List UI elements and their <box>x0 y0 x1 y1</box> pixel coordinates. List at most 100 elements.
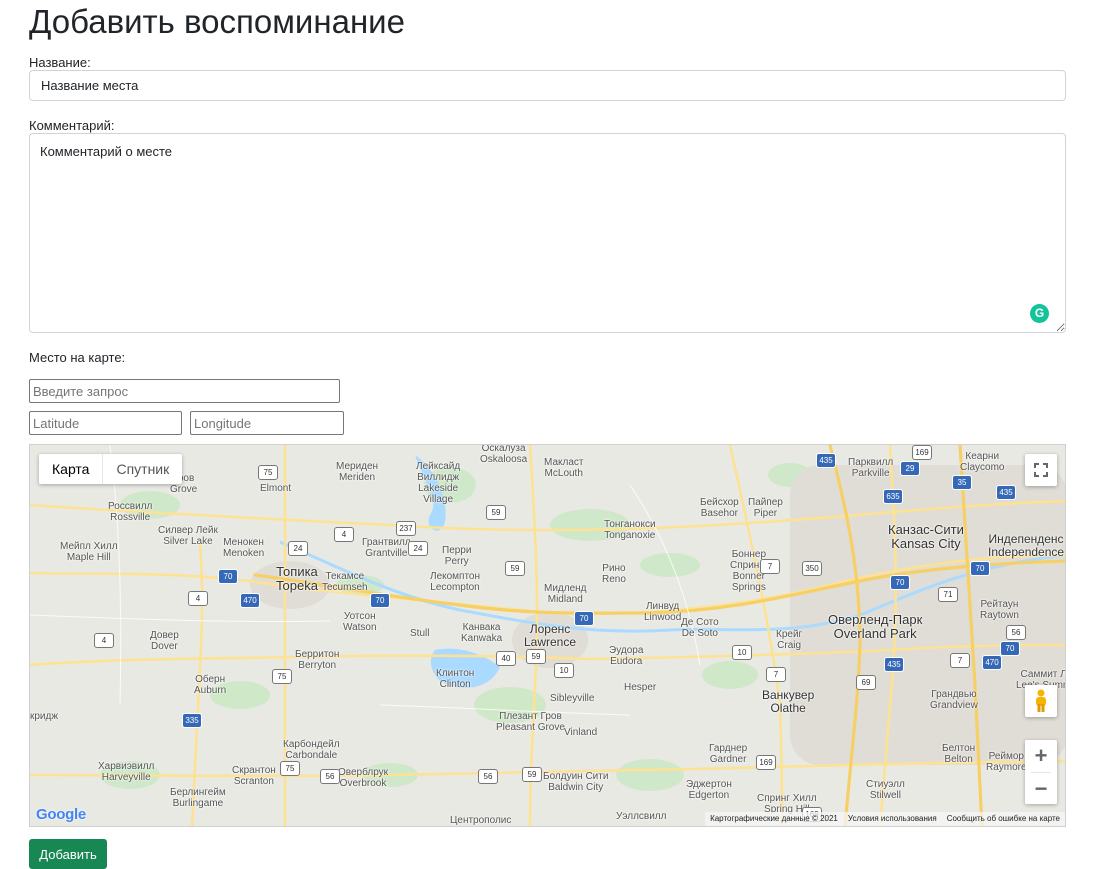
map-place-label: Elmont <box>260 483 292 494</box>
map-place-label: Силвер Лейк Silver Lake <box>158 525 218 547</box>
map-place-label: Канвака Kanwaka <box>461 622 503 644</box>
road-shield: 56 <box>478 769 498 784</box>
road-shield: 40 <box>496 651 516 666</box>
map-place-label: Перри Perry <box>442 545 472 567</box>
map-place-label: Vinland <box>564 727 598 738</box>
road-shield: 4 <box>94 633 114 648</box>
map-place-label: Мериден Meriden <box>336 461 379 483</box>
map-place-label: Топика Topeka <box>276 564 318 593</box>
road-shield: 7 <box>950 653 970 668</box>
road-shield: 59 <box>526 649 546 664</box>
road-shield: 70 <box>370 593 390 608</box>
road-shield: 70 <box>1000 641 1020 656</box>
map-place-label: Мидленд Midland <box>544 583 587 605</box>
road-shield: 4 <box>334 527 354 542</box>
google-logo-text: Google <box>36 806 86 823</box>
road-shield: 350 <box>802 561 822 576</box>
map-place-label: Болдуин Сити Baldwin City <box>543 771 609 793</box>
map-place-label: Грандвью Grandview <box>930 689 978 711</box>
fullscreen-icon <box>1034 463 1048 477</box>
map-place-label: Карбондейл Carbondale <box>283 739 340 761</box>
map-place-label: Ванкувер Olathe <box>762 688 815 715</box>
road-shield: 470 <box>240 593 260 608</box>
road-shield: 435 <box>884 657 904 672</box>
zoom-control: + − <box>1025 740 1057 804</box>
street-view-button[interactable] <box>1025 685 1057 717</box>
map-place-label: Sibleyville <box>550 693 595 704</box>
road-shield: 7 <box>766 667 786 682</box>
map-place-label: Рейтаун Raytown <box>980 599 1019 621</box>
latitude-input[interactable] <box>29 411 182 435</box>
map-place-label: Лейксайд Виллидж Lakeside Village <box>416 461 461 505</box>
road-shield: 169 <box>912 445 932 460</box>
name-input[interactable] <box>29 70 1066 101</box>
grammarly-icon[interactable]: G <box>1030 304 1049 323</box>
map-place-label: Оверленд-Парк Overland Park <box>828 612 923 641</box>
road-shield: 435 <box>816 453 836 468</box>
report-error-link[interactable]: Сообщить об ошибке на карте <box>942 812 1065 826</box>
map-place-label: Крейг Craig <box>776 629 803 651</box>
map-place-label: Эудора Eudora <box>609 645 644 667</box>
road-shield: 169 <box>756 755 776 770</box>
map-place-label: Пайпер Piper <box>748 497 783 519</box>
road-shield: 75 <box>280 761 300 776</box>
map-place-label: Харвиэвилл Harveyville <box>98 761 155 783</box>
road-shield: 59 <box>486 505 506 520</box>
map-place-label: Stull <box>410 628 430 639</box>
terms-link[interactable]: Условия использования <box>843 812 942 826</box>
road-shield: 24 <box>288 541 308 556</box>
road-shield: 10 <box>554 663 574 678</box>
map-place-label: Оверблрук Overbrook <box>338 767 389 789</box>
longitude-input[interactable] <box>190 411 344 435</box>
road-shield: 4 <box>188 591 208 606</box>
google-logo[interactable]: Google <box>36 806 86 823</box>
map-view[interactable]: Топика Topeka Лоренс Lawrence Канзас-Сити Kan… <box>29 444 1066 827</box>
zoom-in-button[interactable]: + <box>1025 740 1057 772</box>
map-place-label: Менокен Menoken <box>223 537 265 559</box>
road-shield: 56 <box>1006 625 1026 640</box>
road-shield: 71 <box>938 587 958 602</box>
road-shield: 24 <box>408 541 428 556</box>
map-place-label: Реймор Raymore <box>986 751 1027 773</box>
map-place-label: Уотсон Watson <box>343 611 377 633</box>
comment-textarea[interactable] <box>29 133 1066 333</box>
road-shield: 470 <box>982 655 1002 670</box>
map-type-map-button[interactable]: Карта <box>39 454 104 484</box>
road-shield: 69 <box>856 675 876 690</box>
road-shield: 70 <box>574 611 594 626</box>
submit-button[interactable]: Добавить <box>29 839 107 869</box>
map-type-satellite-button[interactable]: Спутник <box>103 454 182 484</box>
pegman-icon <box>1036 689 1046 712</box>
map-place-label: Линвуд Linwood <box>644 601 682 623</box>
map-place-label: Рино Reno <box>602 563 626 585</box>
page-title: Добавить воспоминание <box>29 3 405 40</box>
map-place-label: Довер Dover <box>150 630 179 652</box>
map-search-input[interactable] <box>29 379 340 403</box>
comment-label: Комментарий: <box>29 118 115 133</box>
map-type-control: Карта Спутник <box>39 454 183 484</box>
location-label: Место на карте: <box>29 350 126 365</box>
road-shield: 75 <box>258 465 278 480</box>
map-place-label: Оскалуза Oskaloosa <box>480 444 528 465</box>
map-place-label: Текамсе Tecumseh <box>322 571 368 593</box>
road-shield: 70 <box>890 575 910 590</box>
road-shield: 35 <box>952 475 972 490</box>
map-place-label: кридж <box>30 711 59 722</box>
road-shield: 70 <box>970 561 990 576</box>
map-place-label: Уэллсвилл <box>616 811 667 822</box>
map-place-label: Берритон Berryton <box>295 649 340 671</box>
map-place-label: Лоренс Lawrence <box>524 622 577 649</box>
fullscreen-button[interactable] <box>1025 454 1057 486</box>
map-place-label: Макласт McLouth <box>544 457 584 479</box>
road-shield: 7 <box>760 559 780 574</box>
road-shield: 29 <box>900 461 920 476</box>
map-place-label: Эджертон Edgerton <box>686 779 732 801</box>
map-attribution: Картографические данные © 2021 Условия и… <box>705 812 1065 826</box>
map-place-label: Стиуэлл Stilwell <box>866 779 905 801</box>
road-shield: 75 <box>272 669 292 684</box>
map-place-label: Центрополис <box>450 815 512 826</box>
map-place-label: Бейсхор Basehor <box>700 497 739 519</box>
map-place-label: Грантвилл Grantville <box>362 537 411 559</box>
zoom-out-button[interactable]: − <box>1025 773 1057 805</box>
road-shield: 70 <box>218 569 238 584</box>
